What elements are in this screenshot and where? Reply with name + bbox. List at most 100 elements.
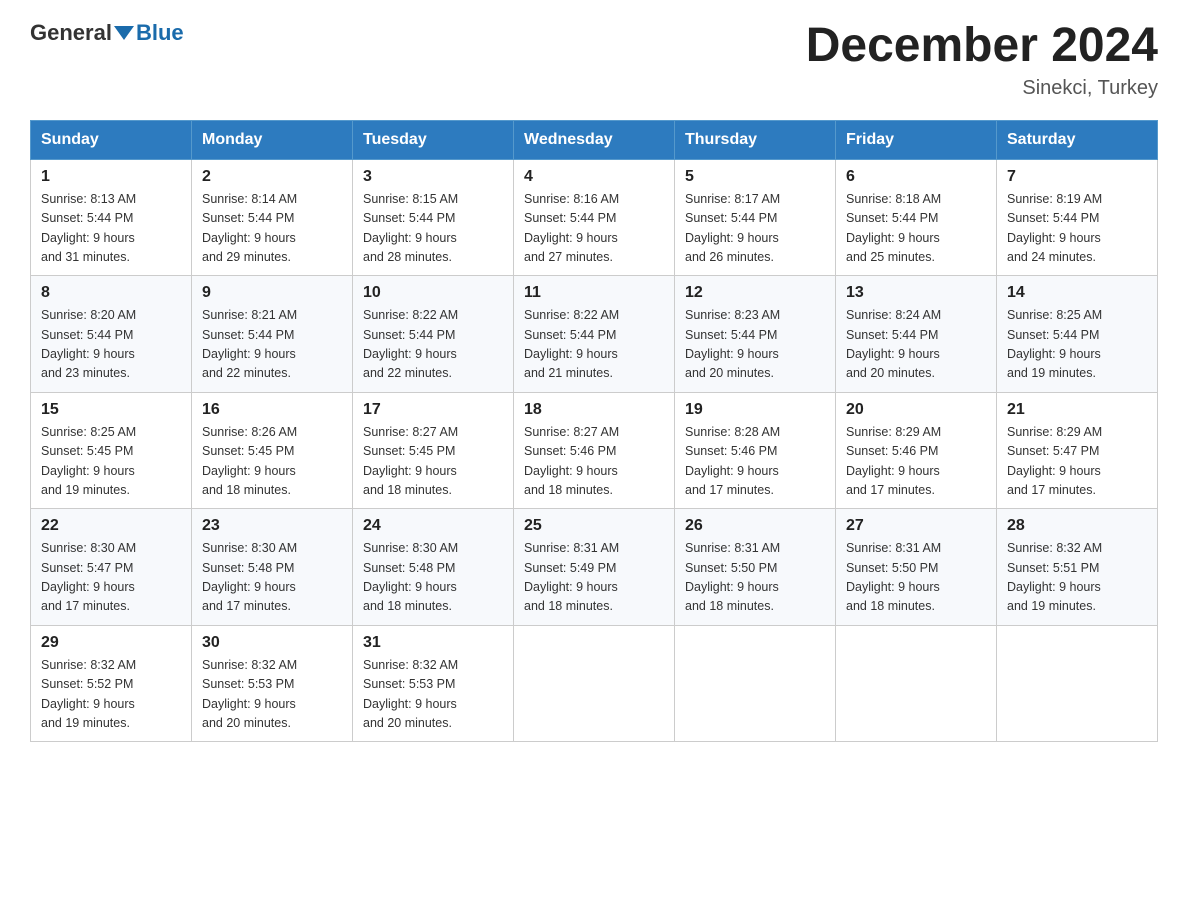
day-cell-16: 16 Sunrise: 8:26 AMSunset: 5:45 PMDayligh…: [192, 392, 353, 509]
calendar-week-4: 22Sunrise: 8:30 AMSunset: 5:47 PMDayligh…: [31, 509, 1158, 626]
day-cell-3: 3Sunrise: 8:15 AMSunset: 5:44 PMDaylight…: [353, 159, 514, 276]
day-number: 27: [846, 517, 986, 535]
day-number: 23: [202, 517, 342, 535]
day-cell-14: 14 Sunrise: 8:25 AMSunset: 5:44 PMDayligh…: [997, 276, 1158, 393]
day-info: Sunrise: 8:32 AMSunset: 5:53 PMDaylight:…: [202, 656, 342, 734]
calendar-header-row: SundayMondayTuesdayWednesdayThursdayFrid…: [31, 120, 1158, 159]
day-cell-7: 7 Sunrise: 8:19 AMSunset: 5:44 PMDaylight…: [997, 159, 1158, 276]
day-cell-5: 5 Sunrise: 8:17 AMSunset: 5:44 PMDaylight…: [675, 159, 836, 276]
title-block: December 2024 Sinekci, Turkey: [806, 20, 1158, 100]
day-info: Sunrise: 8:20 AMSunset: 5:44 PMDaylight:…: [41, 306, 181, 384]
day-cell-2: 2 Sunrise: 8:14 AMSunset: 5:44 PMDaylight…: [192, 159, 353, 276]
day-info: Sunrise: 8:16 AMSunset: 5:44 PMDaylight:…: [524, 190, 664, 268]
day-info: Sunrise: 8:17 AMSunset: 5:44 PMDaylight:…: [685, 190, 825, 268]
day-number: 26: [685, 517, 825, 535]
day-cell-19: 19Sunrise: 8:28 AMSunset: 5:46 PMDayligh…: [675, 392, 836, 509]
day-cell-8: 8Sunrise: 8:20 AMSunset: 5:44 PMDaylight…: [31, 276, 192, 393]
day-info: Sunrise: 8:23 AMSunset: 5:44 PMDaylight:…: [685, 306, 825, 384]
day-info: Sunrise: 8:14 AMSunset: 5:44 PMDaylight:…: [202, 190, 342, 268]
day-number: 31: [363, 634, 503, 652]
day-info: Sunrise: 8:26 AMSunset: 5:45 PMDaylight:…: [202, 423, 342, 501]
day-cell-11: 11 Sunrise: 8:22 AMSunset: 5:44 PMDayligh…: [514, 276, 675, 393]
day-cell-4: 4 Sunrise: 8:16 AMSunset: 5:44 PMDaylight…: [514, 159, 675, 276]
day-cell-24: 24 Sunrise: 8:30 AMSunset: 5:48 PMDayligh…: [353, 509, 514, 626]
day-info: Sunrise: 8:29 AMSunset: 5:46 PMDaylight:…: [846, 423, 986, 501]
col-header-tuesday: Tuesday: [353, 120, 514, 159]
day-info: Sunrise: 8:19 AMSunset: 5:44 PMDaylight:…: [1007, 190, 1147, 268]
day-number: 4: [524, 168, 664, 186]
logo: General Blue: [30, 20, 184, 46]
day-number: 14: [1007, 284, 1147, 302]
day-cell-9: 9Sunrise: 8:21 AMSunset: 5:44 PMDaylight…: [192, 276, 353, 393]
day-cell-31: 31 Sunrise: 8:32 AMSunset: 5:53 PMDayligh…: [353, 625, 514, 742]
location-subtitle: Sinekci, Turkey: [806, 77, 1158, 100]
col-header-thursday: Thursday: [675, 120, 836, 159]
day-number: 2: [202, 168, 342, 186]
calendar-week-3: 15 Sunrise: 8:25 AMSunset: 5:45 PMDayligh…: [31, 392, 1158, 509]
day-number: 15: [41, 401, 181, 419]
day-number: 18: [524, 401, 664, 419]
day-info: Sunrise: 8:31 AMSunset: 5:49 PMDaylight:…: [524, 539, 664, 617]
day-number: 16: [202, 401, 342, 419]
day-number: 12: [685, 284, 825, 302]
day-number: 11: [524, 284, 664, 302]
month-year-title: December 2024: [806, 20, 1158, 73]
day-cell-25: 25Sunrise: 8:31 AMSunset: 5:49 PMDayligh…: [514, 509, 675, 626]
day-info: Sunrise: 8:31 AMSunset: 5:50 PMDaylight:…: [846, 539, 986, 617]
empty-cell: [836, 625, 997, 742]
day-info: Sunrise: 8:32 AMSunset: 5:51 PMDaylight:…: [1007, 539, 1147, 617]
col-header-monday: Monday: [192, 120, 353, 159]
day-info: Sunrise: 8:27 AMSunset: 5:45 PMDaylight:…: [363, 423, 503, 501]
day-number: 29: [41, 634, 181, 652]
col-header-saturday: Saturday: [997, 120, 1158, 159]
day-number: 10: [363, 284, 503, 302]
day-number: 30: [202, 634, 342, 652]
day-info: Sunrise: 8:31 AMSunset: 5:50 PMDaylight:…: [685, 539, 825, 617]
page-header: General Blue December 2024 Sinekci, Turk…: [30, 20, 1158, 100]
calendar-table: SundayMondayTuesdayWednesdayThursdayFrid…: [30, 120, 1158, 743]
day-info: Sunrise: 8:28 AMSunset: 5:46 PMDaylight:…: [685, 423, 825, 501]
day-number: 28: [1007, 517, 1147, 535]
day-number: 20: [846, 401, 986, 419]
day-number: 6: [846, 168, 986, 186]
day-info: Sunrise: 8:29 AMSunset: 5:47 PMDaylight:…: [1007, 423, 1147, 501]
day-number: 3: [363, 168, 503, 186]
day-cell-12: 12 Sunrise: 8:23 AMSunset: 5:44 PMDayligh…: [675, 276, 836, 393]
day-cell-18: 18Sunrise: 8:27 AMSunset: 5:46 PMDayligh…: [514, 392, 675, 509]
empty-cell: [514, 625, 675, 742]
day-number: 5: [685, 168, 825, 186]
day-cell-28: 28 Sunrise: 8:32 AMSunset: 5:51 PMDayligh…: [997, 509, 1158, 626]
day-info: Sunrise: 8:25 AMSunset: 5:45 PMDaylight:…: [41, 423, 181, 501]
day-info: Sunrise: 8:32 AMSunset: 5:53 PMDaylight:…: [363, 656, 503, 734]
day-cell-6: 6Sunrise: 8:18 AMSunset: 5:44 PMDaylight…: [836, 159, 997, 276]
day-info: Sunrise: 8:30 AMSunset: 5:48 PMDaylight:…: [202, 539, 342, 617]
calendar-week-2: 8Sunrise: 8:20 AMSunset: 5:44 PMDaylight…: [31, 276, 1158, 393]
day-info: Sunrise: 8:22 AMSunset: 5:44 PMDaylight:…: [524, 306, 664, 384]
col-header-friday: Friday: [836, 120, 997, 159]
calendar-week-1: 1Sunrise: 8:13 AMSunset: 5:44 PMDaylight…: [31, 159, 1158, 276]
day-number: 7: [1007, 168, 1147, 186]
day-info: Sunrise: 8:24 AMSunset: 5:44 PMDaylight:…: [846, 306, 986, 384]
empty-cell: [997, 625, 1158, 742]
day-number: 9: [202, 284, 342, 302]
day-cell-20: 20 Sunrise: 8:29 AMSunset: 5:46 PMDayligh…: [836, 392, 997, 509]
day-cell-15: 15 Sunrise: 8:25 AMSunset: 5:45 PMDayligh…: [31, 392, 192, 509]
day-info: Sunrise: 8:30 AMSunset: 5:48 PMDaylight:…: [363, 539, 503, 617]
day-number: 17: [363, 401, 503, 419]
day-info: Sunrise: 8:25 AMSunset: 5:44 PMDaylight:…: [1007, 306, 1147, 384]
day-number: 22: [41, 517, 181, 535]
logo-blue-text: Blue: [136, 20, 184, 46]
col-header-sunday: Sunday: [31, 120, 192, 159]
day-cell-27: 27 Sunrise: 8:31 AMSunset: 5:50 PMDayligh…: [836, 509, 997, 626]
day-cell-10: 10 Sunrise: 8:22 AMSunset: 5:44 PMDayligh…: [353, 276, 514, 393]
calendar-week-5: 29Sunrise: 8:32 AMSunset: 5:52 PMDayligh…: [31, 625, 1158, 742]
day-cell-17: 17 Sunrise: 8:27 AMSunset: 5:45 PMDayligh…: [353, 392, 514, 509]
day-info: Sunrise: 8:22 AMSunset: 5:44 PMDaylight:…: [363, 306, 503, 384]
day-cell-26: 26 Sunrise: 8:31 AMSunset: 5:50 PMDayligh…: [675, 509, 836, 626]
day-number: 24: [363, 517, 503, 535]
logo-arrow-icon: [114, 26, 134, 40]
day-cell-13: 13Sunrise: 8:24 AMSunset: 5:44 PMDayligh…: [836, 276, 997, 393]
logo-general-text: General: [30, 20, 112, 46]
day-cell-1: 1Sunrise: 8:13 AMSunset: 5:44 PMDaylight…: [31, 159, 192, 276]
day-cell-22: 22Sunrise: 8:30 AMSunset: 5:47 PMDayligh…: [31, 509, 192, 626]
